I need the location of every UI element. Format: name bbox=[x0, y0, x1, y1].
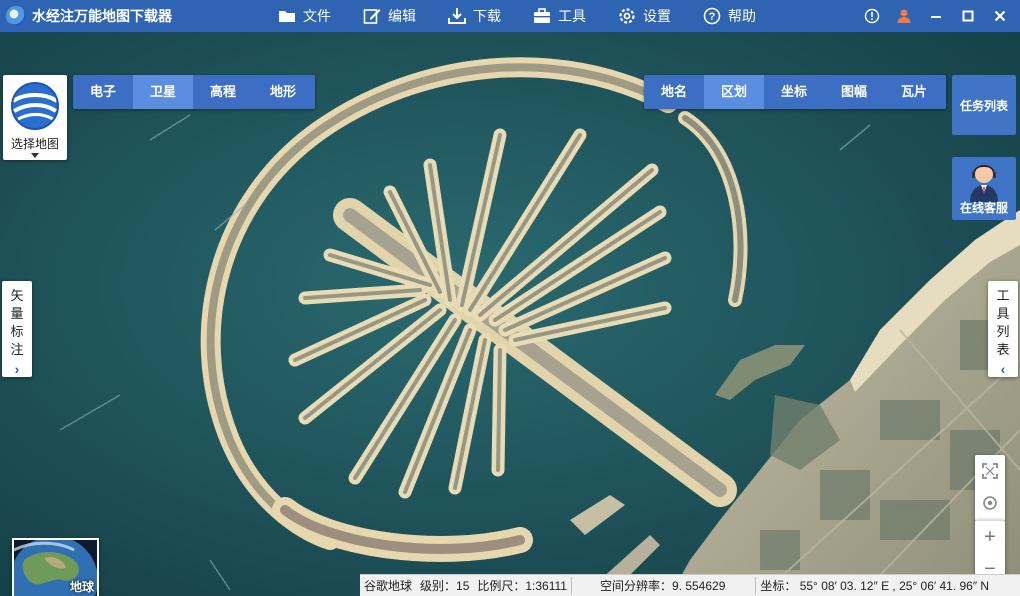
online-service-label: 在线客服 bbox=[959, 201, 1008, 215]
minimize-icon bbox=[931, 16, 941, 18]
globe-view-button[interactable]: 地球 bbox=[12, 538, 99, 596]
menu-help[interactable]: ? 帮助 bbox=[703, 6, 756, 26]
edit-icon bbox=[363, 9, 381, 24]
satellite-imagery bbox=[0, 32, 1020, 596]
tab-satellite[interactable]: 卫星 bbox=[133, 75, 193, 109]
vector-annotation-panel-toggle[interactable]: 矢量标注 › bbox=[2, 281, 32, 377]
menu-file[interactable]: 文件 bbox=[278, 6, 331, 26]
close-button[interactable] bbox=[984, 0, 1016, 32]
menu-file-label: 文件 bbox=[303, 8, 331, 24]
globe-view-label: 地球 bbox=[69, 580, 94, 594]
locate-button[interactable] bbox=[975, 487, 1005, 519]
menu-edit[interactable]: 编辑 bbox=[363, 6, 416, 26]
minimize-button[interactable] bbox=[920, 0, 952, 32]
tab-place-names[interactable]: 地名 bbox=[644, 75, 704, 109]
menu-download-label: 下载 bbox=[473, 8, 501, 24]
map-canvas[interactable]: 选择地图 电子 卫星 高程 地形 地名 区划 坐标 图幅 瓦片 任务列表 在线客… bbox=[0, 32, 1020, 596]
main-menu: 文件 编辑 下载 工具 设置 ? 帮助 bbox=[278, 0, 788, 32]
toolbox-icon bbox=[534, 8, 550, 23]
tab-map-sheets[interactable]: 图幅 bbox=[824, 75, 884, 109]
menu-tools[interactable]: 工具 bbox=[533, 6, 586, 26]
tab-coordinates[interactable]: 坐标 bbox=[764, 75, 824, 109]
tab-elevation[interactable]: 高程 bbox=[193, 75, 253, 109]
status-source: 谷歌地球 bbox=[364, 579, 413, 593]
status-scale: 比例尺：1:36111 bbox=[473, 577, 572, 594]
base-map-tabs: 电子 卫星 高程 地形 bbox=[73, 75, 315, 109]
title-bar: 水经注万能地图下载器 文件 编辑 下载 工具 设置 ? 帮助 bbox=[0, 0, 1020, 32]
online-service-button[interactable]: 在线客服 bbox=[952, 157, 1016, 220]
close-icon bbox=[994, 10, 1006, 22]
menu-tools-label: 工具 bbox=[558, 8, 586, 24]
menu-help-label: 帮助 bbox=[728, 8, 756, 24]
tool-list-label: 工具列表 bbox=[996, 288, 1010, 357]
maximize-icon bbox=[962, 10, 974, 22]
app-logo-icon bbox=[6, 6, 26, 26]
svg-text:?: ? bbox=[709, 11, 716, 23]
view-controls bbox=[975, 455, 1005, 521]
download-icon bbox=[448, 8, 466, 24]
caret-down-icon bbox=[31, 153, 39, 158]
full-extent-icon bbox=[982, 463, 998, 479]
tool-list-panel-toggle[interactable]: 工具列表 ‹ bbox=[988, 281, 1018, 377]
menu-download[interactable]: 下载 bbox=[448, 6, 501, 26]
map-selector[interactable]: 选择地图 bbox=[3, 75, 67, 160]
map-selector-label: 选择地图 bbox=[10, 137, 59, 151]
help-icon: ? bbox=[703, 7, 721, 25]
chevron-left-icon: ‹ bbox=[1000, 361, 1006, 377]
menu-settings[interactable]: 设置 bbox=[618, 6, 671, 26]
menu-settings-label: 设置 bbox=[643, 8, 671, 24]
status-bar: 谷歌地球 级别：15 比例尺：1:36111 空间分辨率：9. 554629 坐… bbox=[360, 574, 1020, 596]
user-icon bbox=[897, 9, 911, 23]
chevron-right-icon: › bbox=[14, 361, 20, 377]
maximize-button[interactable] bbox=[952, 0, 984, 32]
locate-icon bbox=[983, 496, 997, 510]
zoom-in-button[interactable]: + bbox=[975, 521, 1005, 553]
folder-icon bbox=[279, 11, 295, 22]
plus-icon: + bbox=[984, 525, 996, 548]
task-list-label: 任务列表 bbox=[959, 98, 1008, 113]
customer-service-icon bbox=[970, 164, 998, 202]
status-level: 级别：15 bbox=[420, 579, 470, 593]
vector-annotation-label: 矢量标注 bbox=[10, 288, 24, 357]
status-resolution: 空间分辨率：9. 554629 bbox=[572, 577, 757, 594]
full-extent-button[interactable] bbox=[975, 455, 1005, 487]
window-controls bbox=[856, 0, 1016, 32]
tab-districts[interactable]: 区划 bbox=[704, 75, 764, 109]
gear-icon bbox=[619, 8, 635, 24]
tab-terrain[interactable]: 地形 bbox=[253, 75, 313, 109]
tab-vector[interactable]: 电子 bbox=[73, 75, 133, 109]
menu-edit-label: 编辑 bbox=[388, 8, 416, 24]
overlay-tabs: 地名 区划 坐标 图幅 瓦片 bbox=[644, 75, 946, 109]
status-coordinates: 坐标： 55° 08′ 03. 12″ E , 25° 06′ 41. 96″ … bbox=[760, 579, 990, 593]
user-button[interactable] bbox=[888, 0, 920, 32]
app-title: 水经注万能地图下载器 bbox=[32, 8, 172, 24]
globe-logo-icon bbox=[11, 82, 59, 130]
task-list-button[interactable]: 任务列表 bbox=[952, 75, 1016, 135]
info-icon bbox=[864, 8, 880, 24]
info-button[interactable] bbox=[856, 0, 888, 32]
tab-tiles[interactable]: 瓦片 bbox=[884, 75, 944, 109]
